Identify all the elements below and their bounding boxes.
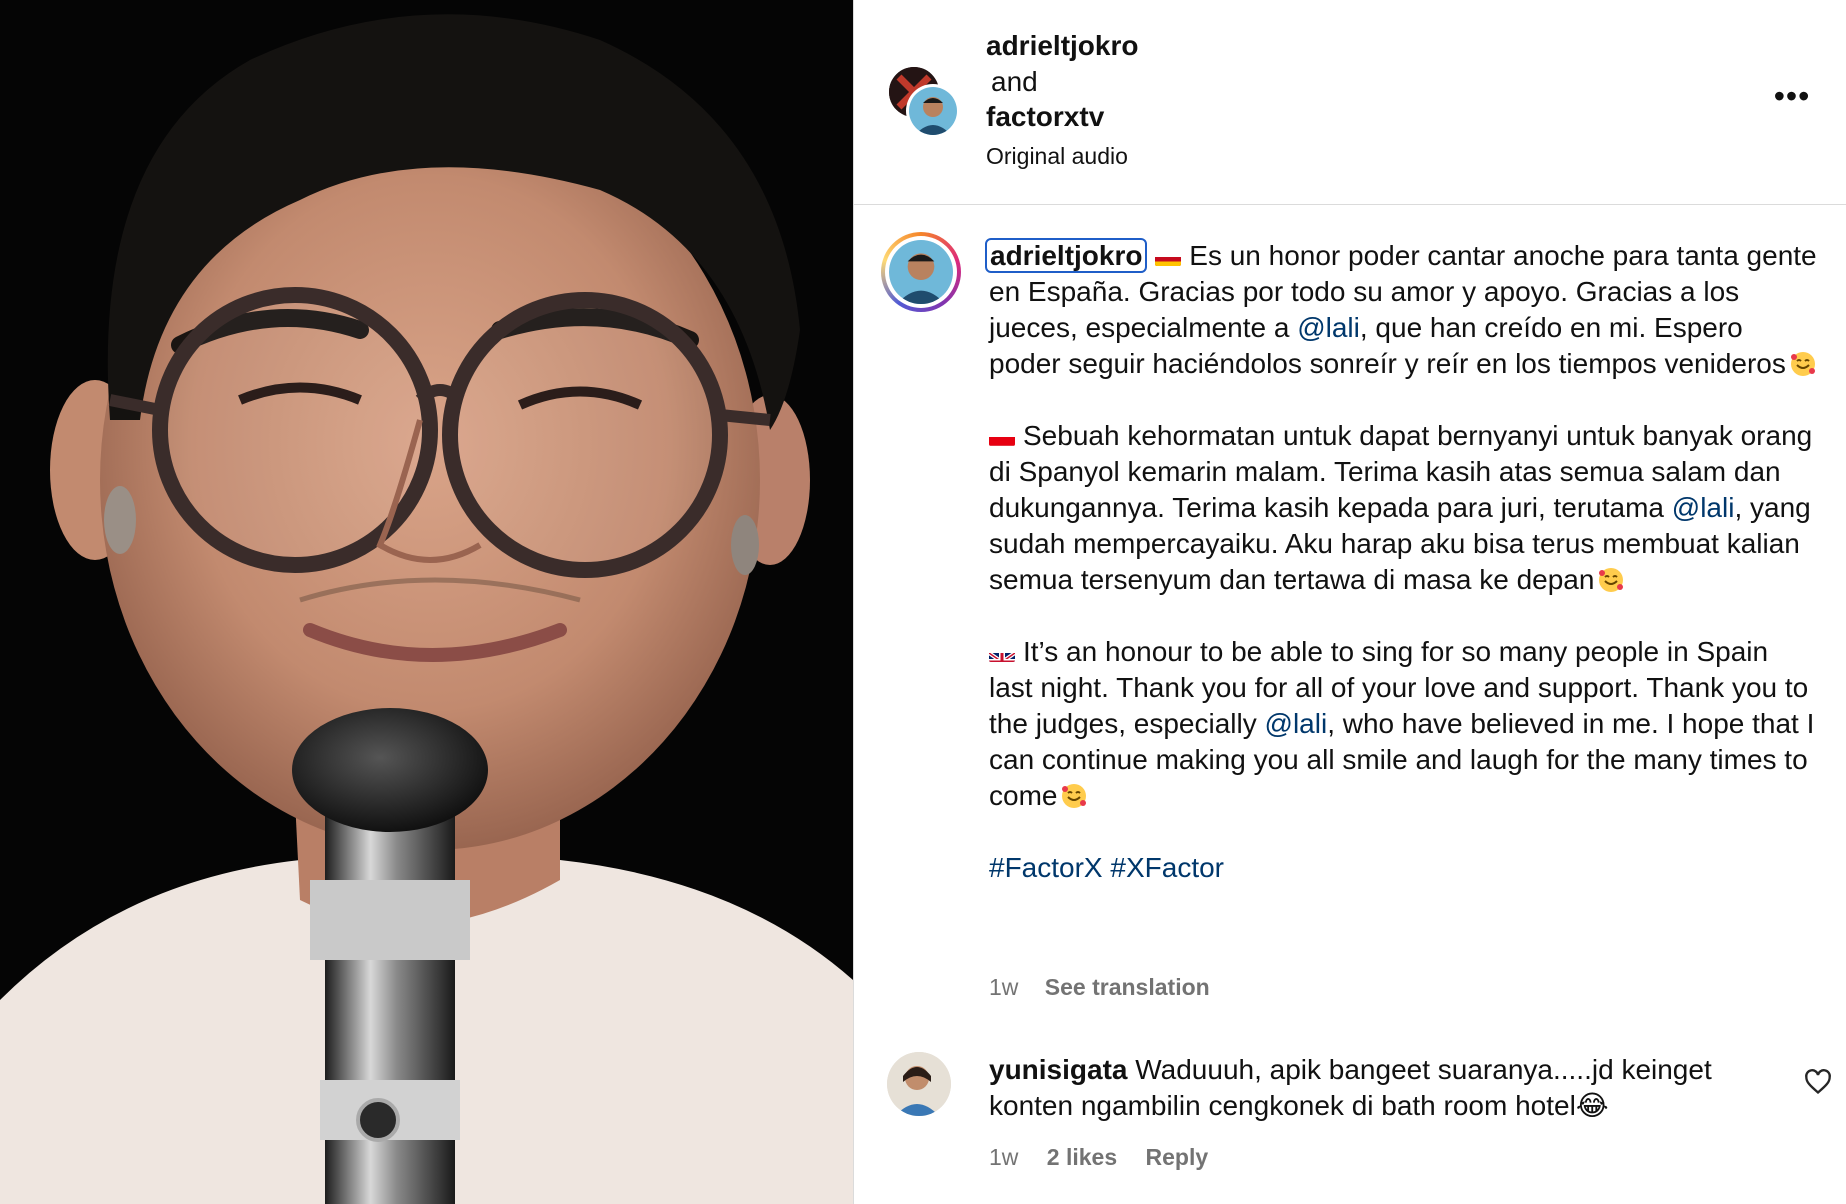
caption-meta: 1w See translation bbox=[989, 974, 1230, 1001]
mention-lali[interactable]: @lali bbox=[1265, 708, 1328, 739]
audio-link[interactable]: Original audio bbox=[986, 143, 1128, 170]
hashtag-factorx[interactable]: #FactorX bbox=[989, 852, 1103, 883]
hashtag-xfactor[interactable]: #XFactor bbox=[1110, 852, 1224, 883]
smiling-face-with-hearts-icon bbox=[1598, 566, 1624, 592]
coauthor-connector: and bbox=[991, 66, 1038, 97]
heart-icon[interactable] bbox=[1804, 1068, 1832, 1096]
post-caption: adrieltjokro Es un honor poder cantar an… bbox=[985, 238, 1819, 922]
post-panel: adrieltjokro and factorxtv Original audi… bbox=[853, 0, 1846, 1204]
adrieltjokro-avatar[interactable] bbox=[906, 84, 960, 138]
post-header: adrieltjokro and factorxtv Original audi… bbox=[854, 0, 1846, 205]
singer-video-frame bbox=[0, 0, 853, 1204]
caption-avatar[interactable] bbox=[881, 232, 961, 312]
caption-timestamp[interactable]: 1w bbox=[989, 974, 1018, 1000]
uk-flag-icon bbox=[989, 644, 1015, 662]
coauthor-1-link[interactable]: adrieltjokro bbox=[986, 30, 1138, 62]
spain-flag-icon bbox=[1155, 248, 1182, 266]
profile-photo-icon bbox=[889, 240, 953, 304]
caption-username[interactable]: adrieltjokro bbox=[985, 238, 1148, 273]
see-translation-button[interactable]: See translation bbox=[1045, 974, 1210, 1000]
indonesia-flag-icon bbox=[989, 428, 1015, 446]
profile-photo-icon bbox=[887, 1052, 951, 1116]
comment-username[interactable]: yunisigata bbox=[989, 1054, 1127, 1085]
profile-photo-icon bbox=[909, 87, 957, 135]
mention-lali[interactable]: @lali bbox=[1297, 312, 1360, 343]
reply-button[interactable]: Reply bbox=[1146, 1144, 1209, 1170]
comment: yunisigata Waduuuh, apik bangeet suarany… bbox=[989, 1052, 1789, 1124]
comment-avatar[interactable] bbox=[887, 1052, 951, 1116]
caption-indonesian: Sebuah kehormatan untuk dapat bernyanyi … bbox=[989, 418, 1819, 598]
reel-video[interactable] bbox=[0, 0, 853, 1204]
caption-hashtags: #FactorX #XFactor bbox=[989, 850, 1819, 886]
smiling-face-with-hearts-icon bbox=[1061, 782, 1087, 808]
mention-lali[interactable]: @lali bbox=[1672, 492, 1735, 523]
comment-likes-count[interactable]: 2 likes bbox=[1047, 1144, 1117, 1170]
more-options-icon[interactable]: ••• bbox=[1770, 80, 1814, 114]
coauthor-2-link[interactable]: factorxtv bbox=[986, 101, 1104, 133]
smiling-face-with-hearts-icon bbox=[1790, 350, 1816, 376]
caption-spanish: adrieltjokro Es un honor poder cantar an… bbox=[985, 238, 1819, 382]
face-with-tears-of-joy-icon: 😂 bbox=[1575, 1090, 1609, 1121]
comment-timestamp[interactable]: 1w bbox=[989, 1144, 1018, 1170]
comment-meta: 1w 2 likes Reply bbox=[989, 1144, 1230, 1171]
caption-english: It’s an honour to be able to sing for so… bbox=[989, 634, 1819, 814]
